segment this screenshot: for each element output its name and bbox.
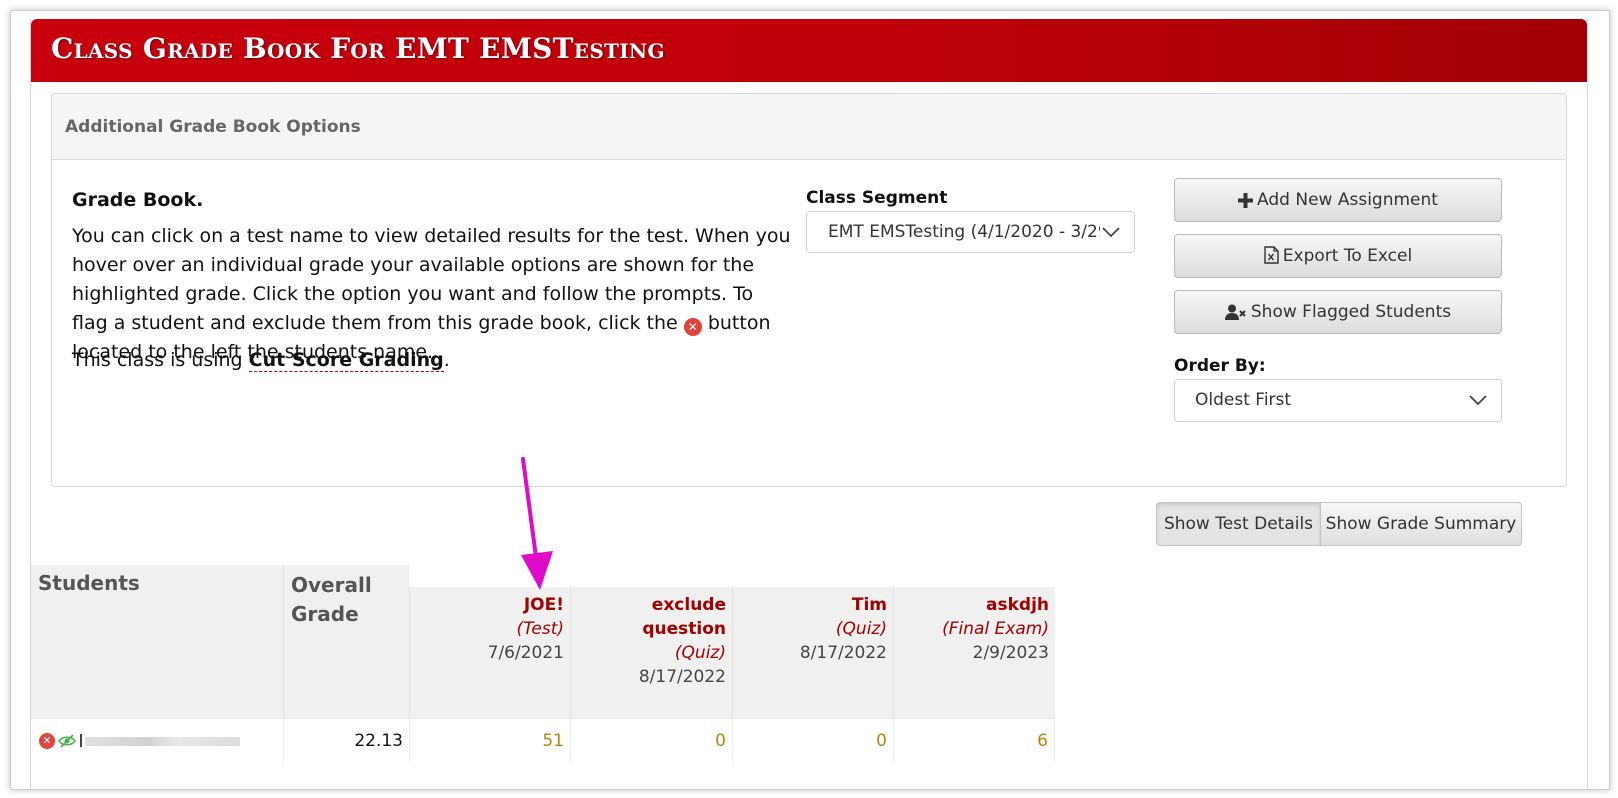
assignment-header-cell: JOE! (Test) 7/6/2021 bbox=[409, 587, 570, 718]
grading-method-line: This class is using Cut Score Grading. bbox=[72, 349, 450, 372]
assignment-header-cell: exclude question (Quiz) 8/17/2022 bbox=[570, 587, 732, 718]
flagged-label: Show Flagged Students bbox=[1250, 302, 1452, 322]
assignment-type: (Quiz) bbox=[674, 643, 726, 663]
assignment-header: askdjh (Final Exam) 2/9/2023 bbox=[942, 593, 1049, 665]
title-bar: Class Grade Book For EMT EMSTesting bbox=[31, 19, 1587, 82]
excel-file-icon bbox=[1264, 246, 1279, 264]
text-cursor bbox=[80, 734, 82, 747]
description-text-1: You can click on a test name to view det… bbox=[72, 225, 791, 334]
gradebook-title: Grade Book. bbox=[72, 189, 204, 211]
eye-slash-icon[interactable] bbox=[58, 733, 76, 749]
assignment-date: 2/9/2023 bbox=[972, 643, 1049, 663]
grading-prefix: This class is using bbox=[72, 349, 249, 371]
show-grade-summary-button[interactable]: Show Grade Summary bbox=[1320, 502, 1522, 546]
grade-cell[interactable]: 6 bbox=[893, 718, 1055, 762]
assignment-header: Tim (Quiz) 8/17/2022 bbox=[800, 593, 887, 665]
assignment-header: JOE! (Test) 7/6/2021 bbox=[488, 593, 564, 665]
assignment-header-cell: Tim (Quiz) 8/17/2022 bbox=[732, 587, 893, 718]
order-by-label: Order By: bbox=[1174, 356, 1266, 376]
add-assignment-button[interactable]: Add New Assignment bbox=[1174, 178, 1502, 222]
gradebook-description: You can click on a test name to view det… bbox=[72, 222, 792, 367]
chevron-down-icon bbox=[1467, 380, 1491, 420]
overall-header: Overall Grade bbox=[291, 573, 372, 626]
grading-method[interactable]: Cut Score Grading bbox=[248, 349, 444, 372]
assignment-type: (Quiz) bbox=[835, 619, 887, 639]
assignment-name[interactable]: Tim bbox=[800, 593, 887, 617]
export-excel-button[interactable]: Export To Excel bbox=[1174, 234, 1502, 278]
plus-icon bbox=[1238, 193, 1254, 208]
order-by-select[interactable]: Oldest First bbox=[1174, 379, 1502, 422]
assignment-header-cell: askdjh (Final Exam) 2/9/2023 bbox=[893, 587, 1055, 718]
export-label: Export To Excel bbox=[1282, 246, 1413, 266]
student-name-cell: ✕ bbox=[31, 718, 283, 762]
grade-cell[interactable]: 0 bbox=[570, 718, 732, 762]
assignment-type: (Test) bbox=[516, 619, 564, 639]
class-segment-label: Class Segment bbox=[806, 188, 948, 208]
grade-cell[interactable]: 51 bbox=[409, 718, 570, 762]
assignment-type: (Final Exam) bbox=[942, 619, 1049, 639]
overall-grade-cell: 22.13 bbox=[283, 718, 409, 762]
show-test-details-button[interactable]: Show Test Details bbox=[1156, 502, 1321, 546]
assignment-date: 8/17/2022 bbox=[799, 643, 887, 663]
assignment-date: 7/6/2021 bbox=[487, 643, 564, 663]
class-segment-value: EMT EMSTesting (4/1/2020 - 3/29/2 bbox=[828, 222, 1126, 242]
chevron-down-icon bbox=[1100, 212, 1124, 252]
x-circle-icon[interactable]: ✕ bbox=[39, 733, 55, 749]
add-assignment-label: Add New Assignment bbox=[1257, 190, 1438, 210]
browser-frame: Class Grade Book For EMT EMSTesting Addi… bbox=[10, 10, 1610, 790]
grading-suffix: . bbox=[443, 349, 450, 371]
options-panel: Additional Grade Book Options Grade Book… bbox=[51, 93, 1567, 487]
overall-header-cell: Overall Grade bbox=[283, 565, 409, 718]
assignment-name[interactable]: askdjh bbox=[942, 593, 1049, 617]
students-header: Students bbox=[38, 571, 140, 595]
class-segment-select[interactable]: EMT EMSTesting (4/1/2020 - 3/29/2 bbox=[806, 211, 1135, 253]
annotation-arrow-icon bbox=[521, 457, 553, 590]
x-circle-icon: ✕ bbox=[683, 318, 702, 336]
gradebook-card: Class Grade Book For EMT EMSTesting Addi… bbox=[30, 19, 1588, 789]
assignment-name[interactable]: exclude question bbox=[571, 593, 726, 641]
order-by-value: Oldest First bbox=[1195, 390, 1292, 410]
page-title: Class Grade Book For EMT EMSTesting bbox=[51, 32, 665, 65]
options-panel-header[interactable]: Additional Grade Book Options bbox=[52, 94, 1566, 160]
show-flagged-button[interactable]: Show Flagged Students bbox=[1174, 290, 1502, 334]
redacted-student-name[interactable] bbox=[85, 737, 240, 746]
grade-cell[interactable]: 0 bbox=[732, 718, 893, 762]
options-heading: Additional Grade Book Options bbox=[65, 117, 361, 137]
students-header-cell: Students bbox=[31, 565, 283, 718]
assignment-header: exclude question (Quiz) 8/17/2022 bbox=[571, 593, 726, 689]
assignment-date: 8/17/2022 bbox=[638, 667, 726, 687]
user-x-icon bbox=[1224, 304, 1246, 320]
